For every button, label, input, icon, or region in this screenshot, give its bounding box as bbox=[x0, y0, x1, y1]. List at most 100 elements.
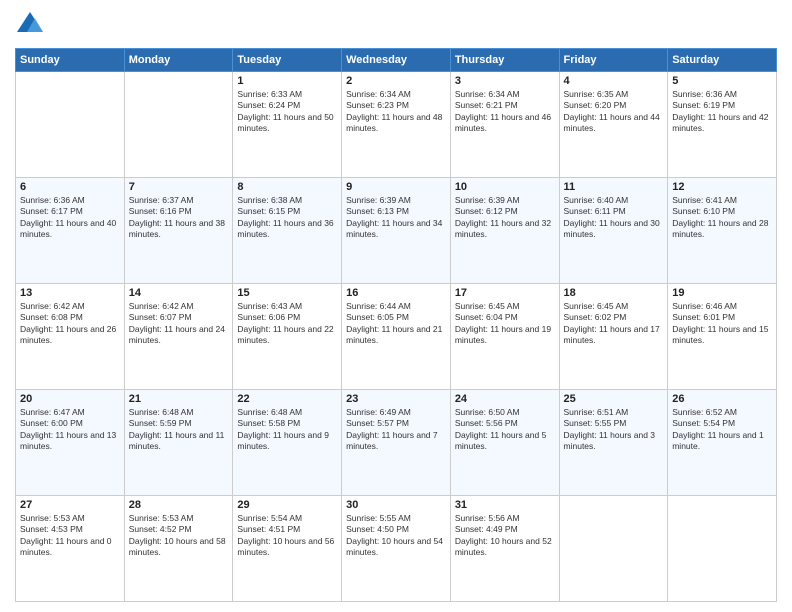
day-number: 3 bbox=[455, 75, 555, 87]
week-row-4: 20Sunrise: 6:47 AMSunset: 6:00 PMDayligh… bbox=[16, 390, 777, 496]
weekday-header-friday: Friday bbox=[559, 49, 668, 72]
week-row-3: 13Sunrise: 6:42 AMSunset: 6:08 PMDayligh… bbox=[16, 284, 777, 390]
calendar-cell: 6 Sunrise: 6:36 AMSunset: 6:17 PMDaylight… bbox=[16, 178, 125, 284]
calendar-cell: 31 Sunrise: 5:56 AMSunset: 4:49 PMDayligh… bbox=[450, 496, 559, 602]
day-info: Sunrise: 6:39 AMSunset: 6:13 PMDaylight:… bbox=[346, 195, 446, 241]
day-info: Sunrise: 5:53 AMSunset: 4:52 PMDaylight:… bbox=[129, 513, 229, 559]
day-info: Sunrise: 6:41 AMSunset: 6:10 PMDaylight:… bbox=[672, 195, 772, 241]
calendar-cell: 27 Sunrise: 5:53 AMSunset: 4:53 PMDayligh… bbox=[16, 496, 125, 602]
day-info: Sunrise: 6:40 AMSunset: 6:11 PMDaylight:… bbox=[564, 195, 664, 241]
week-row-2: 6 Sunrise: 6:36 AMSunset: 6:17 PMDaylight… bbox=[16, 178, 777, 284]
calendar-cell bbox=[559, 496, 668, 602]
day-number: 21 bbox=[129, 393, 229, 405]
day-number: 2 bbox=[346, 75, 446, 87]
day-number: 7 bbox=[129, 181, 229, 193]
calendar-cell: 23Sunrise: 6:49 AMSunset: 5:57 PMDayligh… bbox=[342, 390, 451, 496]
logo-icon bbox=[15, 10, 45, 40]
day-info: Sunrise: 6:46 AMSunset: 6:01 PMDaylight:… bbox=[672, 301, 772, 347]
day-number: 1 bbox=[237, 75, 337, 87]
calendar-cell: 25 Sunrise: 6:51 AMSunset: 5:55 PMDayligh… bbox=[559, 390, 668, 496]
calendar-cell: 15 Sunrise: 6:43 AMSunset: 6:06 PMDayligh… bbox=[233, 284, 342, 390]
day-number: 6 bbox=[20, 181, 120, 193]
calendar: SundayMondayTuesdayWednesdayThursdayFrid… bbox=[15, 48, 777, 602]
day-info: Sunrise: 6:35 AMSunset: 6:20 PMDaylight:… bbox=[564, 89, 664, 135]
week-row-1: 1 Sunrise: 6:33 AMSunset: 6:24 PMDaylight… bbox=[16, 72, 777, 178]
day-info: Sunrise: 6:52 AMSunset: 5:54 PMDaylight:… bbox=[672, 407, 772, 453]
day-info: Sunrise: 6:44 AMSunset: 6:05 PMDaylight:… bbox=[346, 301, 446, 347]
day-info: Sunrise: 6:34 AMSunset: 6:23 PMDaylight:… bbox=[346, 89, 446, 135]
calendar-cell: 18 Sunrise: 6:45 AMSunset: 6:02 PMDayligh… bbox=[559, 284, 668, 390]
day-number: 11 bbox=[564, 181, 664, 193]
calendar-cell: 2 Sunrise: 6:34 AMSunset: 6:23 PMDaylight… bbox=[342, 72, 451, 178]
day-number: 22 bbox=[237, 393, 337, 405]
day-info: Sunrise: 6:43 AMSunset: 6:06 PMDaylight:… bbox=[237, 301, 337, 347]
week-row-5: 27 Sunrise: 5:53 AMSunset: 4:53 PMDayligh… bbox=[16, 496, 777, 602]
day-number: 9 bbox=[346, 181, 446, 193]
day-number: 14 bbox=[129, 287, 229, 299]
day-info: Sunrise: 5:56 AMSunset: 4:49 PMDaylight:… bbox=[455, 513, 555, 559]
day-info: Sunrise: 6:49 AMSunset: 5:57 PMDaylight:… bbox=[346, 407, 446, 453]
day-info: Sunrise: 5:55 AMSunset: 4:50 PMDaylight:… bbox=[346, 513, 446, 559]
day-number: 31 bbox=[455, 499, 555, 511]
header bbox=[15, 10, 777, 40]
calendar-cell: 8Sunrise: 6:38 AMSunset: 6:15 PMDaylight… bbox=[233, 178, 342, 284]
day-number: 18 bbox=[564, 287, 664, 299]
day-info: Sunrise: 6:42 AMSunset: 6:08 PMDaylight:… bbox=[20, 301, 120, 347]
day-info: Sunrise: 6:51 AMSunset: 5:55 PMDaylight:… bbox=[564, 407, 664, 453]
weekday-header-tuesday: Tuesday bbox=[233, 49, 342, 72]
day-number: 10 bbox=[455, 181, 555, 193]
day-info: Sunrise: 6:48 AMSunset: 5:58 PMDaylight:… bbox=[237, 407, 337, 453]
day-number: 28 bbox=[129, 499, 229, 511]
weekday-header-sunday: Sunday bbox=[16, 49, 125, 72]
calendar-cell: 9 Sunrise: 6:39 AMSunset: 6:13 PMDaylight… bbox=[342, 178, 451, 284]
day-number: 16 bbox=[346, 287, 446, 299]
page: SundayMondayTuesdayWednesdayThursdayFrid… bbox=[0, 0, 792, 612]
day-number: 5 bbox=[672, 75, 772, 87]
day-number: 27 bbox=[20, 499, 120, 511]
calendar-cell: 1 Sunrise: 6:33 AMSunset: 6:24 PMDaylight… bbox=[233, 72, 342, 178]
calendar-cell bbox=[124, 72, 233, 178]
weekday-header-row: SundayMondayTuesdayWednesdayThursdayFrid… bbox=[16, 49, 777, 72]
day-info: Sunrise: 6:50 AMSunset: 5:56 PMDaylight:… bbox=[455, 407, 555, 453]
weekday-header-wednesday: Wednesday bbox=[342, 49, 451, 72]
weekday-header-monday: Monday bbox=[124, 49, 233, 72]
day-info: Sunrise: 6:38 AMSunset: 6:15 PMDaylight:… bbox=[237, 195, 337, 241]
day-number: 25 bbox=[564, 393, 664, 405]
calendar-cell bbox=[16, 72, 125, 178]
logo bbox=[15, 10, 49, 40]
day-info: Sunrise: 6:45 AMSunset: 6:04 PMDaylight:… bbox=[455, 301, 555, 347]
calendar-cell: 21 Sunrise: 6:48 AMSunset: 5:59 PMDayligh… bbox=[124, 390, 233, 496]
day-number: 4 bbox=[564, 75, 664, 87]
calendar-cell bbox=[668, 496, 777, 602]
calendar-cell: 14 Sunrise: 6:42 AMSunset: 6:07 PMDayligh… bbox=[124, 284, 233, 390]
calendar-cell: 3Sunrise: 6:34 AMSunset: 6:21 PMDaylight… bbox=[450, 72, 559, 178]
calendar-cell: 16 Sunrise: 6:44 AMSunset: 6:05 PMDayligh… bbox=[342, 284, 451, 390]
day-number: 24 bbox=[455, 393, 555, 405]
weekday-header-saturday: Saturday bbox=[668, 49, 777, 72]
day-info: Sunrise: 6:33 AMSunset: 6:24 PMDaylight:… bbox=[237, 89, 337, 135]
day-number: 30 bbox=[346, 499, 446, 511]
day-info: Sunrise: 6:48 AMSunset: 5:59 PMDaylight:… bbox=[129, 407, 229, 453]
day-info: Sunrise: 6:36 AMSunset: 6:19 PMDaylight:… bbox=[672, 89, 772, 135]
calendar-cell: 5 Sunrise: 6:36 AMSunset: 6:19 PMDaylight… bbox=[668, 72, 777, 178]
day-number: 15 bbox=[237, 287, 337, 299]
day-number: 12 bbox=[672, 181, 772, 193]
calendar-cell: 20Sunrise: 6:47 AMSunset: 6:00 PMDayligh… bbox=[16, 390, 125, 496]
day-info: Sunrise: 6:39 AMSunset: 6:12 PMDaylight:… bbox=[455, 195, 555, 241]
day-number: 26 bbox=[672, 393, 772, 405]
calendar-cell: 12 Sunrise: 6:41 AMSunset: 6:10 PMDayligh… bbox=[668, 178, 777, 284]
calendar-cell: 4 Sunrise: 6:35 AMSunset: 6:20 PMDaylight… bbox=[559, 72, 668, 178]
day-info: Sunrise: 6:37 AMSunset: 6:16 PMDaylight:… bbox=[129, 195, 229, 241]
calendar-cell: 29Sunrise: 5:54 AMSunset: 4:51 PMDayligh… bbox=[233, 496, 342, 602]
day-info: Sunrise: 6:45 AMSunset: 6:02 PMDaylight:… bbox=[564, 301, 664, 347]
calendar-cell: 24 Sunrise: 6:50 AMSunset: 5:56 PMDayligh… bbox=[450, 390, 559, 496]
weekday-header-thursday: Thursday bbox=[450, 49, 559, 72]
day-info: Sunrise: 6:36 AMSunset: 6:17 PMDaylight:… bbox=[20, 195, 120, 241]
day-number: 20 bbox=[20, 393, 120, 405]
calendar-cell: 10 Sunrise: 6:39 AMSunset: 6:12 PMDayligh… bbox=[450, 178, 559, 284]
day-info: Sunrise: 5:53 AMSunset: 4:53 PMDaylight:… bbox=[20, 513, 120, 559]
day-number: 29 bbox=[237, 499, 337, 511]
calendar-cell: 13Sunrise: 6:42 AMSunset: 6:08 PMDayligh… bbox=[16, 284, 125, 390]
day-info: Sunrise: 6:42 AMSunset: 6:07 PMDaylight:… bbox=[129, 301, 229, 347]
calendar-cell: 28 Sunrise: 5:53 AMSunset: 4:52 PMDayligh… bbox=[124, 496, 233, 602]
